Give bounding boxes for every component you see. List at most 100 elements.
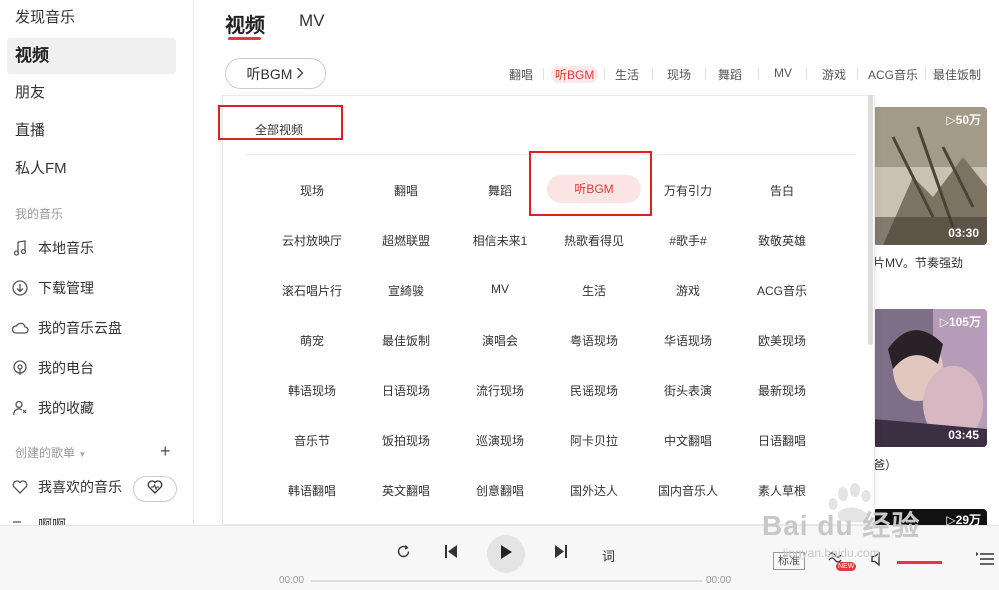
previous-button[interactable] [443, 545, 459, 563]
view-count: ▷105万 [939, 315, 981, 329]
category-selector-label: 听BGM [246, 65, 293, 82]
category-selector-button[interactable]: 听BGM [225, 58, 326, 89]
progress-bar[interactable] [311, 580, 702, 582]
total-time: 00:00 [706, 575, 732, 586]
video-thumbnail[interactable]: ▷50万 03:30 [873, 107, 987, 245]
nav-discover-music[interactable]: 发现音乐 [7, 0, 176, 36]
tag-life[interactable]: 生活 [615, 66, 639, 83]
nav-live[interactable]: 直播 [7, 113, 176, 149]
view-count: ▷50万 [946, 113, 981, 127]
category-item[interactable]: 日语现场 [361, 382, 451, 399]
tab-mv[interactable]: MV [299, 11, 325, 31]
nav-video[interactable]: 视频 [7, 38, 176, 74]
playlist-button[interactable] [975, 551, 995, 571]
watermark-url: jingyan.baidu.com [783, 546, 880, 560]
repeat-mode-button[interactable] [394, 545, 412, 563]
category-item[interactable]: 阿卡贝拉 [549, 432, 639, 449]
next-button[interactable] [553, 545, 569, 563]
category-item[interactable]: 超燃联盟 [361, 232, 451, 249]
tag-live[interactable]: 现场 [667, 66, 691, 83]
heartbeat-mode-button[interactable] [133, 476, 177, 502]
category-item[interactable]: MV [455, 282, 545, 296]
tag-separator [806, 68, 807, 80]
category-item[interactable]: 萌宠 [267, 332, 357, 349]
category-item[interactable]: 云村放映厅 [267, 232, 357, 249]
category-item[interactable]: 相信未来1 [455, 232, 545, 249]
category-item[interactable]: 演唱会 [455, 332, 545, 349]
tag-bgm[interactable]: 听BGM [551, 66, 599, 83]
category-item[interactable]: 民谣现场 [549, 382, 639, 399]
watermark-text: Bai du 经验 [762, 510, 921, 541]
playlist-label: 啊啊 [38, 517, 66, 525]
category-item[interactable]: 翻唱 [361, 182, 451, 199]
category-item[interactable]: 热歌看得见 [549, 232, 639, 249]
category-item[interactable]: 街头表演 [643, 382, 733, 399]
category-item[interactable]: 韩语现场 [267, 382, 357, 399]
tag-separator [925, 68, 926, 80]
category-item[interactable]: 创意翻唱 [455, 482, 545, 499]
tag-separator [758, 68, 759, 80]
loop-icon [396, 544, 411, 564]
category-item[interactable]: 流行现场 [455, 382, 545, 399]
cloud-disk-item[interactable]: 我的音乐云盘 [11, 317, 122, 339]
category-item[interactable]: 滚石唱片行 [267, 282, 357, 299]
category-item[interactable]: 国外达人 [549, 482, 639, 499]
add-playlist-icon[interactable]: + [160, 441, 171, 462]
category-item[interactable]: 游戏 [643, 282, 733, 299]
lyrics-button[interactable]: 词 [602, 546, 615, 565]
category-item[interactable]: 国内音乐人 [643, 482, 733, 499]
category-item[interactable]: 生活 [549, 282, 639, 299]
tab-video[interactable]: 视频 [225, 9, 265, 38]
my-collection-item[interactable]: 我的收藏 [11, 397, 94, 419]
tag-separator [857, 68, 858, 80]
play-button[interactable] [487, 535, 525, 573]
category-item[interactable]: 巡演现场 [455, 432, 545, 449]
tag-cover[interactable]: 翻唱 [509, 66, 533, 83]
category-item[interactable]: 日语翻唱 [737, 432, 827, 449]
video-caption[interactable]: 爸） [873, 456, 999, 473]
highlight-box [218, 105, 343, 140]
cloud-icon [11, 319, 29, 337]
category-item[interactable]: 最佳饭制 [361, 332, 451, 349]
popup-scrollbar[interactable] [868, 95, 873, 345]
category-item[interactable]: 华语现场 [643, 332, 733, 349]
tag-mv[interactable]: MV [774, 66, 792, 80]
download-manager-item[interactable]: 下载管理 [11, 277, 94, 299]
liked-music-item[interactable]: 我喜欢的音乐 [11, 476, 122, 498]
category-item[interactable]: 万有引力 [643, 182, 733, 199]
category-item[interactable]: 告白 [737, 182, 827, 199]
created-playlists-title[interactable]: 创建的歌单 ▼ [15, 444, 86, 461]
local-music-label: 本地音乐 [38, 240, 94, 256]
category-item[interactable]: 欧美现场 [737, 332, 827, 349]
nav-personal-fm[interactable]: 私人FM [7, 151, 176, 187]
category-item[interactable]: 粤语现场 [549, 332, 639, 349]
video-thumbnail[interactable]: ▷105万 03:45 [873, 309, 987, 447]
skip-previous-icon [445, 545, 457, 563]
video-caption[interactable]: 片MV。节奏强劲 [873, 254, 999, 271]
category-item[interactable]: 最新现场 [737, 382, 827, 399]
created-playlists-label: 创建的歌单 [15, 446, 76, 460]
category-item[interactable]: 音乐节 [267, 432, 357, 449]
my-radio-label: 我的电台 [38, 360, 94, 376]
category-item[interactable]: 中文翻唱 [643, 432, 733, 449]
category-item[interactable]: 韩语翻唱 [267, 482, 357, 499]
tag-game[interactable]: 游戏 [822, 66, 846, 83]
category-item[interactable]: 致敬英雄 [737, 232, 827, 249]
current-time: 00:00 [279, 575, 305, 586]
tag-fan-made[interactable]: 最佳饭制 [933, 66, 981, 83]
category-item[interactable]: 饭拍现场 [361, 432, 451, 449]
playlist-queue-icon [976, 551, 994, 571]
local-music-item[interactable]: 本地音乐 [11, 237, 94, 259]
nav-friends[interactable]: 朋友 [7, 75, 176, 111]
category-item[interactable]: 英文翻唱 [361, 482, 451, 499]
tag-acg[interactable]: ACG音乐 [868, 66, 918, 83]
category-item[interactable]: #歌手# [643, 232, 733, 249]
tag-separator [543, 68, 544, 80]
my-radio-item[interactable]: 我的电台 [11, 357, 94, 379]
tag-dance[interactable]: 舞蹈 [718, 66, 742, 83]
category-item[interactable]: 现场 [267, 182, 357, 199]
category-item[interactable]: 宣綺骏 [361, 282, 451, 299]
category-item[interactable]: ACG音乐 [737, 282, 827, 299]
radio-icon [11, 359, 29, 377]
playlist-item[interactable]: 啊啊 [11, 514, 66, 525]
